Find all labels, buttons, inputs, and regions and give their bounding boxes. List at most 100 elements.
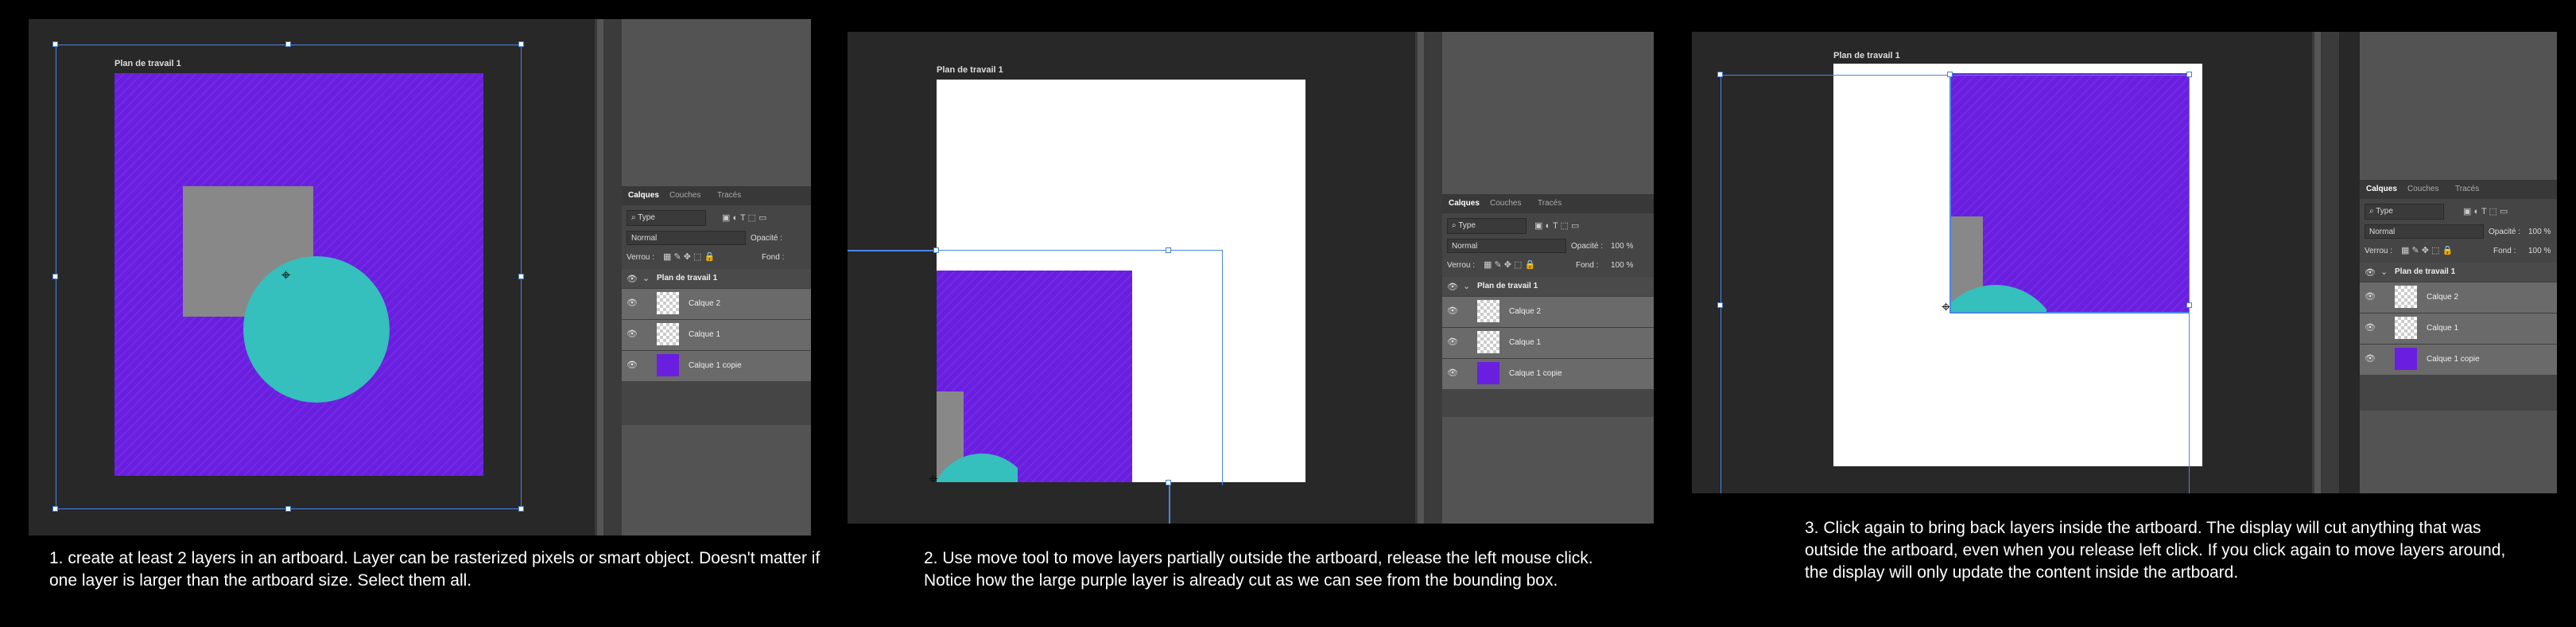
layer-row[interactable]: 👁 Calque 1 copie [622, 350, 811, 381]
transform-handle[interactable] [2186, 72, 2192, 77]
chevron-down-icon[interactable]: ⌄ [1463, 281, 1470, 291]
lock-icon[interactable]: ▦ ✎ ✥ ⬚ 🔒 [2401, 245, 2453, 255]
layer-row[interactable]: 👁 Calque 1 copie [2360, 344, 2557, 375]
layer-row[interactable]: 👁 Calque 1 copie [1442, 358, 1654, 389]
tab-traces[interactable]: Tracés [1538, 199, 1562, 208]
layer-row[interactable]: 👁 Calque 1 [2360, 313, 2557, 344]
eye-icon[interactable]: 👁 [1447, 282, 1458, 292]
fill-value[interactable]: 100 % [2528, 247, 2557, 255]
right-dock: Calques Couches Tracés ⌕ Type ▣ ◐ T ⬚ ▭ … [1442, 32, 1654, 524]
layer-thumbnail [2395, 286, 2417, 308]
transform-handle[interactable] [933, 247, 939, 253]
screenshot-panel-1: Plan de travail 1 ⌖ Calques Couches Trac… [29, 19, 811, 535]
canvas-area[interactable]: Plan de travail 1 ⌖ [29, 19, 595, 535]
filter-icons[interactable]: ▣ ◐ T ⬚ ▭ [722, 212, 766, 223]
eye-icon[interactable]: 👁 [627, 298, 638, 308]
eye-icon[interactable]: 👁 [2365, 267, 2376, 278]
layer-filter-select[interactable]: ⌕ Type [627, 210, 706, 226]
vertical-scrollbar[interactable] [1415, 32, 1426, 524]
opacity-value[interactable]: 100 % [1611, 242, 1654, 251]
layers-panel-tabs: Calques Couches Tracés [1442, 194, 1654, 213]
eye-icon[interactable]: 👁 [1447, 368, 1458, 378]
eye-icon[interactable]: 👁 [2365, 353, 2376, 364]
layer-thumbnail [657, 292, 679, 314]
layer-group-row[interactable]: 👁 ⌄ Plan de travail 1 [622, 269, 811, 288]
layers-panel-tabs: Calques Couches Tracés [622, 186, 811, 205]
bounding-box-inner-line [1949, 312, 2190, 314]
filter-icons[interactable]: ▣ ◐ T ⬚ ▭ [2463, 206, 2508, 216]
tab-couches[interactable]: Couches [669, 191, 700, 200]
layer-filter-select[interactable]: ⌕ Type [2365, 204, 2444, 220]
tab-calques[interactable]: Calques [628, 191, 659, 200]
lock-icon[interactable]: ▦ ✎ ✥ ⬚ 🔒 [1484, 259, 1535, 270]
layers-panel-tabs: Calques Couches Tracés [2360, 180, 2557, 199]
artboard-label[interactable]: Plan de travail 1 [937, 65, 1003, 75]
bounding-box-inner-line [1949, 75, 1951, 314]
right-dock: Calques Couches Tracés ⌕ Type ▣ ◐ T ⬚ ▭ … [622, 19, 811, 535]
transform-handle[interactable] [285, 41, 291, 47]
blend-mode-select[interactable]: Normal [1447, 239, 1566, 253]
fill-value[interactable]: 100 % [1611, 261, 1654, 270]
canvas-area[interactable]: Plan de travail 1 ⌖ [1692, 32, 2312, 493]
transform-handle[interactable] [1717, 302, 1723, 308]
blend-mode-select[interactable]: Normal [627, 231, 746, 245]
opacity-value[interactable]: 100 % [2528, 228, 2557, 236]
artboard-label[interactable]: Plan de travail 1 [1833, 51, 1900, 60]
layer-row[interactable]: 👁 Calque 1 [1442, 327, 1654, 358]
transform-handle[interactable] [518, 41, 524, 47]
transform-handle[interactable] [1717, 72, 1723, 77]
tab-calques[interactable]: Calques [2366, 185, 2397, 193]
layer-thumbnail [657, 323, 679, 345]
tab-traces[interactable]: Tracés [2455, 185, 2479, 193]
eye-icon[interactable]: 👁 [1447, 337, 1458, 347]
layer-row[interactable]: 👁 Calque 2 [1442, 296, 1654, 327]
layer-group-row[interactable]: 👁 ⌄ Plan de travail 1 [2360, 263, 2557, 282]
tab-traces[interactable]: Tracés [717, 191, 741, 200]
transform-handle[interactable] [518, 506, 524, 512]
transform-handle[interactable] [285, 506, 291, 512]
step-2-caption: 2. Use move tool to move layers partiall… [924, 549, 1593, 590]
blend-mode-select[interactable]: Normal [2365, 224, 2484, 239]
tab-couches[interactable]: Couches [2407, 185, 2438, 193]
chevron-down-icon[interactable]: ⌄ [2380, 267, 2388, 277]
step-1-caption: 1. create at least 2 layers in an artboa… [49, 549, 821, 590]
layer-name: Calque 1 copie [1509, 369, 1562, 378]
fill-label: Fond : [762, 253, 785, 262]
transform-handle[interactable] [52, 274, 58, 279]
vertical-scrollbar[interactable] [2312, 32, 2323, 493]
eye-icon[interactable]: 👁 [2365, 291, 2376, 302]
eye-icon[interactable]: 👁 [1447, 306, 1458, 316]
eye-icon[interactable]: 👁 [2365, 322, 2376, 333]
eye-icon[interactable]: 👁 [627, 329, 638, 339]
layer-row[interactable]: 👁 Calque 2 [622, 288, 811, 319]
transform-handle[interactable] [2186, 302, 2192, 308]
tab-calques[interactable]: Calques [1449, 199, 1480, 208]
vertical-scrollbar[interactable] [595, 19, 606, 535]
layer-name: Calque 2 [2427, 293, 2459, 302]
layer-filter-select[interactable]: ⌕ Type [1447, 218, 1527, 234]
canvas-area[interactable]: Plan de travail 1 ⌖ [848, 32, 1415, 524]
transform-handle[interactable] [52, 41, 58, 47]
chevron-down-icon[interactable]: ⌄ [642, 273, 650, 283]
layer-name: Calque 2 [1509, 307, 1542, 316]
transform-handle[interactable] [52, 506, 58, 512]
layer-group-row[interactable]: 👁 ⌄ Plan de travail 1 [1442, 277, 1654, 296]
transform-handle[interactable] [1947, 72, 1953, 77]
transform-handle[interactable] [518, 274, 524, 279]
eye-icon[interactable]: 👁 [627, 274, 638, 284]
guide-line [1169, 485, 1170, 524]
screenshot-panel-3: Plan de travail 1 ⌖ Calques Couches Trac… [1692, 32, 2557, 493]
tab-couches[interactable]: Couches [1490, 199, 1521, 208]
group-name: Plan de travail 1 [657, 274, 718, 282]
lock-icon[interactable]: ▦ ✎ ✥ ⬚ 🔒 [663, 251, 715, 262]
transform-handle[interactable] [1166, 247, 1171, 253]
layer-row[interactable]: 👁 Calque 1 [622, 319, 811, 350]
transform-handle[interactable] [1166, 480, 1171, 485]
eye-icon[interactable]: 👁 [627, 360, 638, 370]
layer-name: Calque 1 [689, 330, 721, 339]
layer-thumbnail [1477, 331, 1499, 353]
screenshot-panel-2: Plan de travail 1 ⌖ Calques Couches Trac… [848, 32, 1654, 524]
layer-row[interactable]: 👁 Calque 2 [2360, 282, 2557, 313]
opacity-label: Opacité : [751, 234, 783, 243]
filter-icons[interactable]: ▣ ◐ T ⬚ ▭ [1534, 220, 1579, 231]
